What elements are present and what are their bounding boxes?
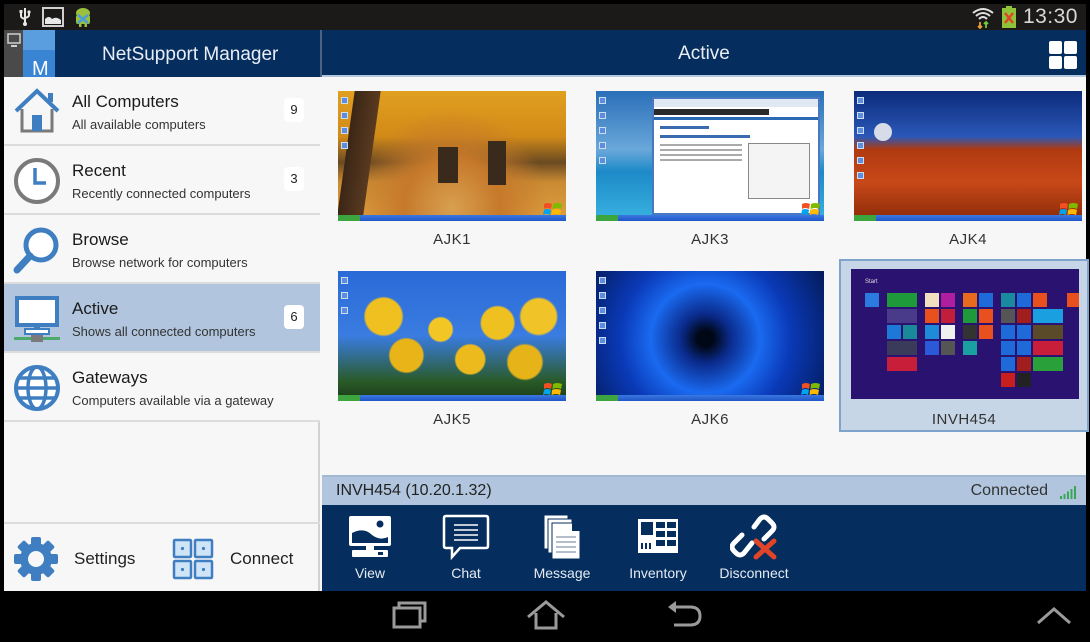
sidebar-item-title: Browse [72,230,129,249]
connect-label: Connect [230,548,294,568]
computer-name: AJK4 [949,231,987,248]
recent-apps-icon[interactable] [388,599,432,631]
computer-name: AJK6 [691,411,729,428]
desktop-thumbnail [596,271,824,401]
count-badge: 6 [284,305,304,329]
count-badge: 3 [284,167,304,191]
computer-tile-ajk4[interactable]: AJK4 [841,79,1090,249]
house-icon [14,88,60,133]
settings-label: Settings [74,548,136,568]
computer-tile-ajk6[interactable]: AJK6 [583,259,837,429]
count-badge: 9 [284,98,304,122]
view-monitor-icon [349,516,391,557]
inventory-label: Inventory [629,565,687,581]
computer-tile-ajk1[interactable]: AJK1 [325,79,579,249]
sidebar-nav: All Computers All available computers 9 … [4,77,320,422]
main-header: Active [322,30,1086,77]
system-status-bar: 13:30 [4,4,1086,30]
clock-icon [14,158,60,204]
battery-charging-icon [1001,6,1016,28]
selected-computer-status: INVH454 (10.20.1.32) Connected [322,475,1086,505]
page-title: Active [678,43,730,64]
desktop-thumbnail [854,91,1082,221]
sidebar-item-recent[interactable]: Recent Recently connected computers 3 [4,146,320,215]
magnifier-icon [13,227,59,274]
computer-name: AJK1 [433,231,471,248]
disconnect-label: Disconnect [719,565,789,581]
sidebar-item-title: Gateways [72,368,148,387]
wifi-icon [972,8,994,29]
sidebar-item-title: Active [72,299,119,318]
back-icon[interactable] [664,599,708,631]
sidebar-item-subtitle: Computers available via a gateway [72,393,274,408]
desktop-thumbnail: Start [851,269,1079,399]
computer-tile-ajk3[interactable]: AJK3 [583,79,837,249]
settings-button[interactable]: Settings [12,524,135,593]
message-button[interactable]: Message [522,513,602,587]
computer-tile-ajk5[interactable]: AJK5 [325,259,579,429]
computer-thumbnails: AJK1 AJK3 AJK4 AJK5 AJK6 Start INVH454 [322,79,1089,475]
clock: 13:30 [1022,5,1078,28]
app-title: NetSupport Manager [102,44,279,65]
connect-grid-icon [172,538,214,579]
signal-strength-icon [1060,486,1076,499]
chat-button[interactable]: Chat [426,513,506,587]
inventory-button[interactable]: Inventory [618,513,698,587]
disconnect-button[interactable]: Disconnect [714,513,794,587]
chat-bubble-icon [442,514,490,561]
windows8-start-tiles: Start [865,279,1079,387]
sidebar-item-subtitle: All available computers [72,117,206,132]
computer-name: AJK3 [691,231,729,248]
usb-icon [19,8,31,26]
action-toolbar: View Chat Message Inventory Disconnect [322,505,1086,591]
sidebar-header: M NetSupport Manager [4,30,322,77]
sidebar-item-subtitle: Shows all connected computers [72,324,256,339]
connection-status: Connected [970,482,1048,499]
netsupport-app: M NetSupport Manager All Computers All a… [4,30,1089,591]
computer-name: AJK5 [433,411,471,428]
sidebar-item-subtitle: Browse network for computers [72,255,248,270]
system-navigation-bar [4,591,1086,638]
message-documents-icon [543,514,581,560]
sidebar-item-active[interactable]: Active Shows all connected computers 6 [4,284,320,353]
desktop-thumbnail [338,271,566,401]
chevron-up-icon[interactable] [1032,599,1076,631]
message-label: Message [533,565,591,581]
svg-text:Start: Start [865,279,878,285]
view-label: View [354,565,386,581]
view-button[interactable]: View [330,513,410,587]
desktop-thumbnail [596,91,824,221]
chat-label: Chat [451,565,481,581]
sidebar-item-browse[interactable]: Browse Browse network for computers [4,215,320,284]
globe-icon [14,365,60,411]
android-debug-icon [76,8,90,27]
home-icon[interactable] [524,599,568,631]
sidebar-item-gateways[interactable]: Gateways Computers available via a gatew… [4,353,320,422]
networked-computer-icon [14,296,60,342]
sidebar-item-all-computers[interactable]: All Computers All available computers 9 [4,77,320,146]
grid-view-icon[interactable] [1048,40,1078,70]
inventory-icon [638,519,678,553]
connect-button[interactable]: Connect [172,524,293,593]
computer-name: INVH454 [931,411,997,428]
gear-icon [14,536,58,581]
svg-text:M: M [32,58,49,77]
computer-tile-invh454[interactable]: Start INVH454 [839,259,1089,432]
sidebar-item-subtitle: Recently connected computers [72,186,251,201]
selected-host: INVH454 (10.20.1.32) [336,482,492,499]
desktop-thumbnail [338,91,566,221]
sidebar-item-title: Recent [72,161,126,180]
sidebar-item-title: All Computers [72,92,179,111]
disconnect-link-icon [730,514,777,560]
app-logo-icon: M [4,30,55,77]
image-icon [42,7,64,27]
sidebar: M NetSupport Manager All Computers All a… [4,30,322,591]
sidebar-footer: Settings Connect [4,522,320,591]
main-panel: Active AJK1 AJK3 AJK4 AJK5 AJK6 Start IN… [322,30,1089,591]
